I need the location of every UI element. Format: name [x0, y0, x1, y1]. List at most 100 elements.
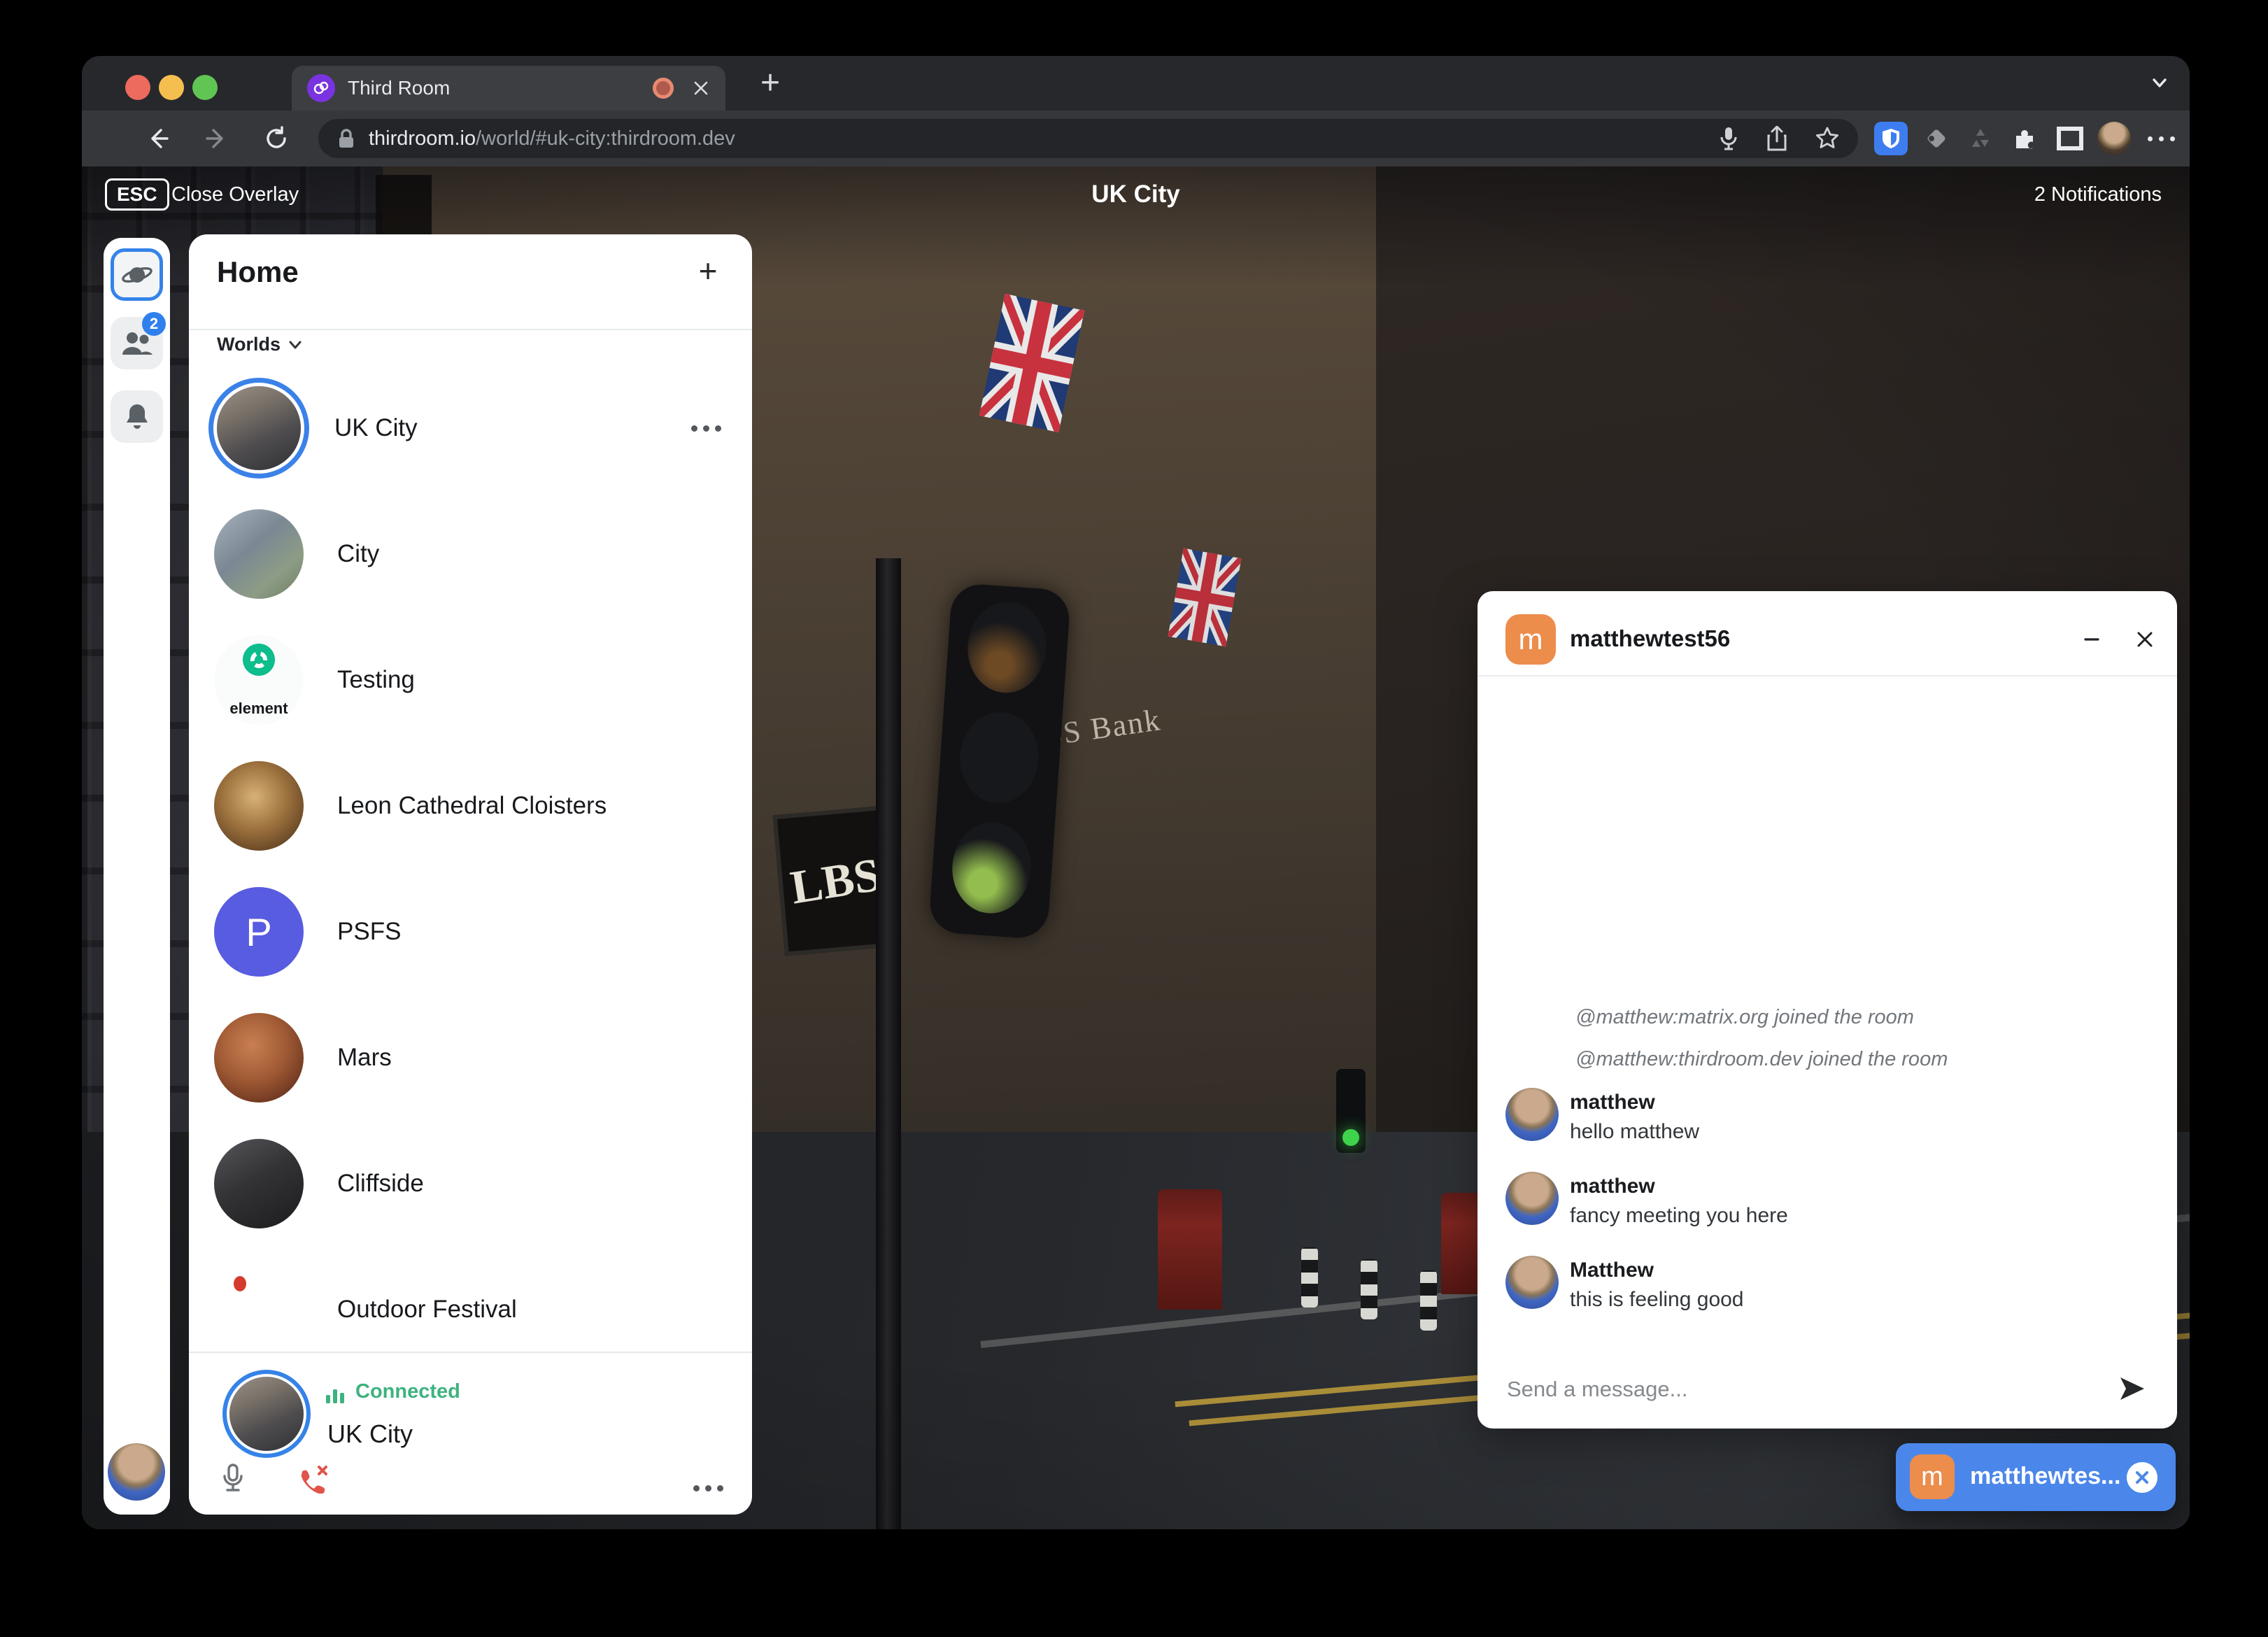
world-avatar-initial — [214, 509, 304, 599]
address-bar[interactable]: thirdroom.io/world/#uk-city:thirdroom.de… — [318, 119, 1858, 158]
forward-button[interactable] — [199, 120, 235, 157]
connected-world-name: UK City — [327, 1419, 413, 1449]
world-avatar: element — [214, 635, 304, 725]
new-tab-button[interactable]: + — [748, 60, 793, 105]
world-list-item[interactable]: UK City — [189, 374, 752, 491]
message-sender: matthew — [1570, 1175, 1655, 1198]
world-avatar-initial — [214, 761, 304, 851]
world-name: UK City — [334, 414, 691, 442]
lock-icon — [336, 127, 356, 150]
macos-minimize-button[interactable] — [159, 75, 184, 100]
panel-title: Home — [217, 255, 299, 289]
planet-icon — [121, 259, 153, 291]
bookmark-star-icon[interactable] — [1815, 126, 1840, 151]
chat-event: @matthew:thirdroom.dev joined the room — [1575, 1048, 1948, 1076]
browser-tab-bar: Third Room + — [82, 56, 2190, 111]
world-avatar — [214, 509, 304, 599]
world-title: UK City — [82, 180, 2190, 208]
microphone-icon — [222, 1464, 244, 1493]
world-name: Outdoor Festival — [337, 1296, 752, 1324]
world-avatar — [214, 761, 304, 851]
divider — [189, 329, 752, 330]
bell-icon — [123, 402, 151, 432]
voice-search-icon[interactable] — [1718, 126, 1739, 151]
chat-minimize-button[interactable] — [2074, 621, 2110, 658]
thirdroom-favicon-icon — [307, 74, 335, 102]
reload-button[interactable] — [258, 120, 295, 157]
worlds-section-toggle[interactable]: Worlds — [217, 334, 303, 355]
world-avatar-initial — [214, 1013, 304, 1103]
world-name: City — [337, 540, 752, 568]
divider — [189, 1352, 752, 1353]
message-sender: Matthew — [1570, 1259, 1654, 1282]
world-avatar-initial — [214, 1139, 304, 1228]
browser-tab[interactable]: Third Room — [292, 66, 725, 111]
signal-bars-icon — [326, 1380, 347, 1403]
world-avatar-initial: P — [214, 887, 304, 977]
world-list-item[interactable]: Mars — [189, 995, 752, 1121]
minimize-icon — [2083, 630, 2101, 649]
send-icon — [2118, 1376, 2146, 1401]
room-options-button[interactable] — [687, 1467, 729, 1509]
create-world-button[interactable]: + — [687, 250, 729, 292]
close-icon — [2136, 630, 2154, 649]
chat-title: matthewtest56 — [1570, 625, 1730, 652]
extension-recycle-icon[interactable] — [1964, 122, 1997, 155]
message-avatar — [1505, 1172, 1559, 1225]
world-avatar: P — [214, 887, 304, 977]
world-list-item[interactable]: Cliffside — [189, 1121, 752, 1247]
sidebar-toggle-icon[interactable] — [2053, 122, 2087, 155]
chat-event: @matthew:matrix.org joined the room — [1575, 1006, 1914, 1034]
world-list-item[interactable]: Outdoor Festival — [189, 1247, 752, 1352]
connection-status: Connected — [326, 1380, 460, 1403]
world-avatar — [214, 1265, 304, 1352]
message-text: this is feeling good — [1570, 1288, 1744, 1312]
url-path: /world/#uk-city:thirdroom.dev — [476, 127, 735, 150]
world-list-item[interactable]: Leon Cathedral Cloisters — [189, 743, 752, 869]
tab-search-chevron-icon[interactable] — [2148, 74, 2171, 96]
world-list-item[interactable]: P PSFS — [189, 869, 752, 995]
connected-world-avatar — [229, 1377, 304, 1451]
chat-close-button[interactable] — [2127, 621, 2163, 658]
worlds-panel: Home + Worlds UK City City element Testi… — [189, 234, 752, 1515]
user-avatar[interactable] — [108, 1443, 165, 1501]
microphone-button[interactable] — [212, 1457, 254, 1499]
world-list-item[interactable]: City — [189, 491, 752, 617]
extension-diamond-icon[interactable] — [1920, 122, 1953, 155]
url-host: thirdroom.io — [369, 127, 476, 150]
browser-menu-icon[interactable] — [2144, 122, 2178, 155]
member-pill-close-button[interactable] — [2127, 1462, 2157, 1493]
macos-zoom-button[interactable] — [192, 75, 218, 100]
chat-avatar: m — [1505, 614, 1556, 665]
macos-close-button[interactable] — [125, 75, 150, 100]
chat-window: m matthewtest56 @matthew:matrix.org join… — [1477, 591, 2177, 1429]
notifications-button[interactable] — [111, 390, 163, 443]
bitwarden-extension-icon[interactable] — [1874, 122, 1908, 155]
extensions-puzzle-icon[interactable] — [2008, 122, 2041, 155]
browser-window: Third Room + thirdroom.io/world/#uk-city… — [82, 56, 2190, 1529]
tab-close-icon[interactable] — [692, 79, 710, 97]
member-pill[interactable]: m matthewtes... — [1896, 1443, 2176, 1511]
url-text: thirdroom.io/world/#uk-city:thirdroom.de… — [369, 127, 1692, 150]
back-button[interactable] — [139, 120, 176, 157]
divider — [1477, 675, 2177, 676]
member-avatar: m — [1910, 1454, 1955, 1499]
share-icon[interactable] — [1766, 126, 1788, 151]
tab-title: Third Room — [348, 77, 653, 99]
world-name: Cliffside — [337, 1170, 752, 1198]
home-worlds-button[interactable] — [111, 248, 163, 301]
send-message-button[interactable] — [2113, 1369, 2152, 1408]
hangup-call-button[interactable] — [292, 1457, 334, 1499]
browser-profile-avatar[interactable] — [2097, 122, 2131, 155]
world-options-button[interactable] — [691, 425, 721, 432]
world-avatar-text: element — [214, 700, 304, 718]
notifications-count[interactable]: 2 Notifications — [2034, 183, 2162, 206]
member-name: matthewtes... — [1970, 1463, 2120, 1490]
world-list-item[interactable]: element Testing — [189, 617, 752, 743]
world-avatar — [214, 1013, 304, 1103]
message-avatar — [1505, 1088, 1559, 1141]
world-avatar — [214, 1139, 304, 1228]
chat-message-input[interactable] — [1505, 1361, 2068, 1418]
world-name: PSFS — [337, 918, 752, 946]
navigation-rail: 2 — [104, 238, 170, 1515]
